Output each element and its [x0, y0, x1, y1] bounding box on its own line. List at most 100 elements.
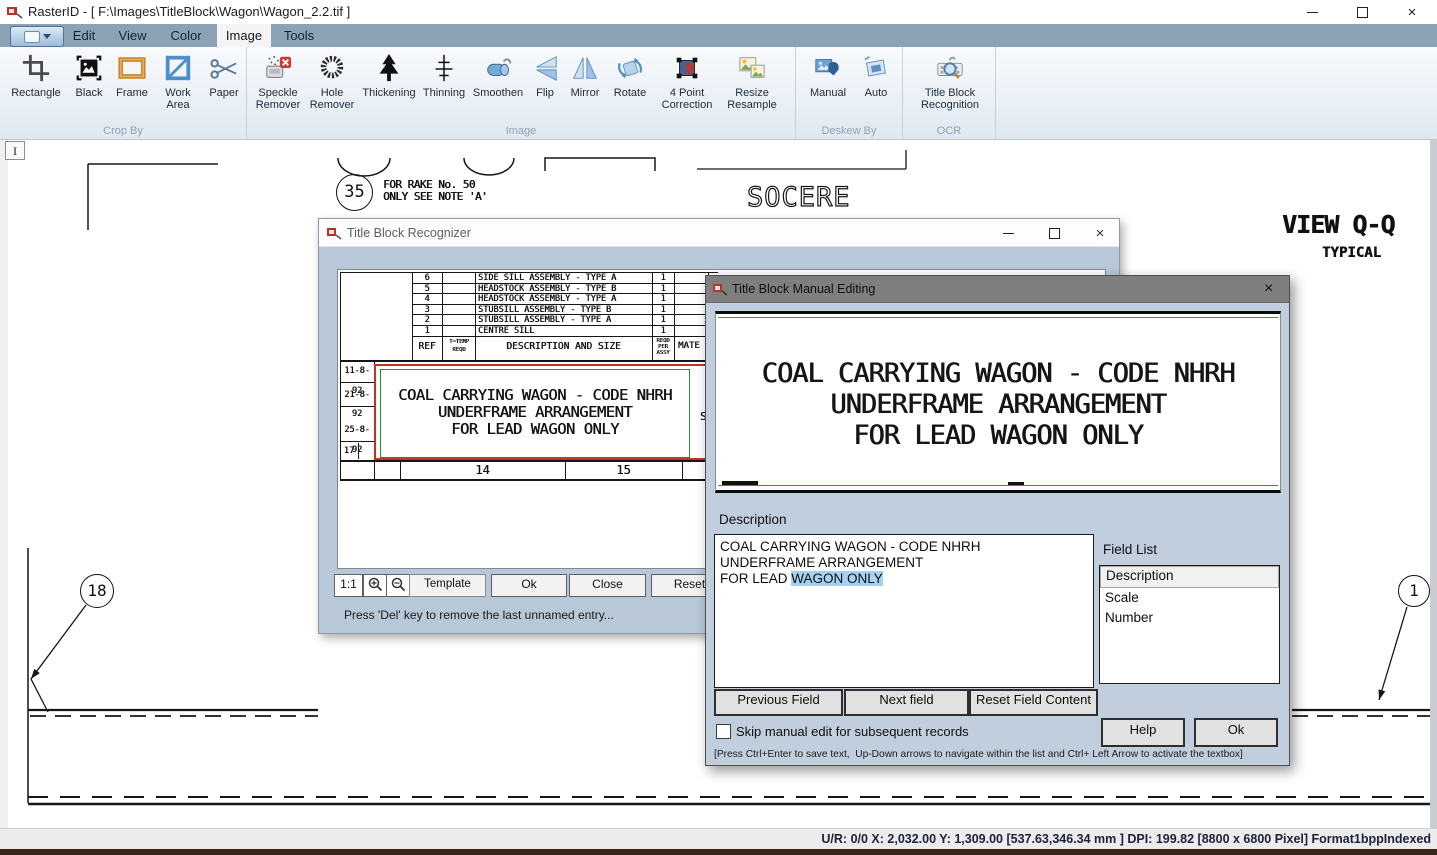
recognizer-close-button[interactable]: ×	[1083, 219, 1117, 247]
block-line: FOR LEAD WAGON ONLY	[381, 420, 689, 438]
thinning-button[interactable]: Thinning	[419, 51, 469, 111]
table-header-material: MATE	[678, 341, 700, 351]
description-label: Description	[719, 512, 787, 527]
hole-remover-button[interactable]: Hole Remover	[305, 51, 359, 111]
auto-deskew-button[interactable]: Auto	[856, 51, 896, 99]
recognizer-close-action-button[interactable]: Close	[569, 574, 646, 597]
recognizer-maximize-button[interactable]	[1037, 219, 1071, 247]
rotate-icon	[613, 51, 647, 85]
drawing-note-line2: ONLY SEE NOTE 'A'	[383, 191, 487, 203]
title-block-recognition-button[interactable]: Title Block Recognition	[908, 51, 992, 111]
detected-field-outline: COAL CARRYING WAGON - CODE NHRH UNDERFRA…	[380, 369, 690, 458]
status-bar: U/R: 0/0 X: 2,032.00 Y: 1,309.00 [537.63…	[0, 828, 1437, 849]
preview-line: FOR LEAD WAGON ONLY	[716, 420, 1280, 451]
table-header-temp-bottom: REQD	[443, 347, 475, 353]
drawing-text-fragment: SOCERE	[747, 182, 851, 213]
balloon-18: 18	[80, 574, 114, 608]
editor-close-button[interactable]: ×	[1264, 281, 1273, 296]
zoom-in-button[interactable]	[363, 574, 388, 597]
black-crop-button[interactable]: Black	[68, 51, 110, 111]
field-list-item-scale[interactable]: Scale	[1100, 588, 1279, 608]
file-menu-button[interactable]	[10, 26, 64, 47]
table-row-qty: 1	[652, 294, 674, 304]
flip-icon	[528, 51, 562, 85]
recognizer-minimize-button[interactable]	[991, 219, 1025, 247]
reset-field-content-button[interactable]: Reset Field Content	[969, 689, 1098, 716]
manual-deskew-icon	[811, 51, 845, 85]
window-titlebar: RasterID - [ F:\Images\TitleBlock\Wagon\…	[0, 0, 1437, 24]
recognizer-ok-button[interactable]: Ok	[491, 574, 567, 597]
speckle-remover-button[interactable]: Speckle Remover	[251, 51, 305, 111]
tab-color[interactable]: Color	[159, 24, 213, 47]
table-row-desc: CENTRE SILL	[478, 326, 534, 336]
canvas-scrollbar[interactable]	[1430, 140, 1437, 828]
recognizer-title: Title Block Recognizer	[347, 226, 471, 240]
editor-ok-button[interactable]: Ok	[1194, 718, 1278, 747]
paper-scissors-icon	[207, 51, 241, 85]
app-icon	[7, 5, 23, 19]
resize-resample-button[interactable]: Resize Resample	[721, 51, 783, 111]
table-row-desc: STUBSILL ASSEMBLY - TYPE B	[478, 305, 611, 315]
previous-field-button[interactable]: Previous Field	[714, 689, 843, 716]
auto-deskew-icon	[859, 51, 893, 85]
maximize-button[interactable]	[1337, 0, 1387, 24]
thickening-button[interactable]: Thickening	[359, 51, 419, 111]
canvas-left-margin	[0, 140, 8, 828]
work-area-crop-button[interactable]: Work Area	[154, 51, 202, 111]
flip-button[interactable]: Flip	[527, 51, 563, 111]
tool-i-button[interactable]: I	[5, 141, 25, 160]
crop-rectangle-icon	[19, 51, 53, 85]
frame-crop-icon	[115, 51, 149, 85]
minimize-button[interactable]	[1287, 0, 1337, 24]
margin-cell: 17	[340, 443, 359, 459]
group-label-deskew-by: Deskew By	[796, 125, 902, 137]
manual-deskew-button[interactable]: Manual	[800, 51, 856, 99]
actual-size-button[interactable]: 1:1	[334, 574, 363, 597]
description-textarea[interactable]: COAL CARRYING WAGON - CODE NHRH UNDERFRA…	[714, 534, 1094, 688]
recognizer-titlebar[interactable]: Title Block Recognizer ×	[319, 219, 1119, 247]
table-row-qty: 1	[652, 273, 674, 283]
table-row-ref: 5	[412, 284, 442, 294]
tab-edit[interactable]: Edit	[62, 24, 106, 47]
window-title: RasterID - [ F:\Images\TitleBlock\Wagon\…	[28, 4, 350, 19]
selected-text: WAGON ONLY	[791, 571, 883, 586]
recognizer-dialog-icon	[327, 227, 343, 240]
table-header-ref: REF	[412, 341, 442, 352]
tab-view[interactable]: View	[110, 24, 155, 47]
block-line: COAL CARRYING WAGON - CODE NHRH	[381, 386, 689, 404]
rotate-button[interactable]: Rotate	[607, 51, 653, 111]
next-field-button[interactable]: Next field	[844, 689, 969, 716]
field-list[interactable]: Description Scale Number	[1099, 565, 1280, 684]
rectangle-crop-button[interactable]: Rectangle	[4, 51, 68, 111]
tab-tools[interactable]: Tools	[274, 24, 324, 47]
template-button[interactable]: Template	[409, 574, 486, 597]
field-list-item-number[interactable]: Number	[1100, 608, 1279, 628]
zoom-in-icon	[368, 577, 383, 592]
smoothen-button[interactable]: Smoothen	[469, 51, 527, 111]
margin-cell: 11-8-92	[340, 361, 374, 383]
help-button[interactable]: Help	[1101, 718, 1185, 747]
table-row-ref: 1	[412, 326, 442, 336]
mirror-button[interactable]: Mirror	[563, 51, 607, 111]
table-row-ref: 6	[412, 273, 442, 283]
group-label-image: Image	[247, 125, 795, 137]
footer-cell: 14	[400, 463, 565, 477]
view-label: VIEW Q-Q	[1282, 210, 1394, 239]
table-row-desc: SIDE SILL ASSEMBLY - TYPE A	[478, 273, 616, 283]
frame-crop-button[interactable]: Frame	[110, 51, 154, 111]
zoom-out-button[interactable]	[386, 574, 411, 597]
table-row-ref: 3	[412, 305, 442, 315]
four-point-correction-button[interactable]: 4 Point Correction	[653, 51, 721, 111]
skip-manual-edit-checkbox[interactable]	[716, 724, 731, 739]
editor-titlebar[interactable]: Title Block Manual Editing ×	[706, 276, 1289, 303]
footer-cell: 15	[565, 463, 682, 477]
field-list-item-description[interactable]: Description	[1100, 566, 1279, 588]
table-row-qty: 1	[652, 315, 674, 325]
ribbon-group-image: Speckle Remover Hole Remover Thickening	[247, 47, 796, 139]
close-button[interactable]: ×	[1387, 0, 1437, 24]
paper-crop-button[interactable]: Paper	[202, 51, 246, 111]
tab-image[interactable]: Image	[217, 24, 271, 47]
editor-footer-hint: [Press Ctrl+Enter to save text, Up-Down …	[714, 749, 1243, 760]
hole-remover-icon	[315, 51, 349, 85]
ribbon-group-deskew-by: Manual Auto Deskew By	[796, 47, 903, 139]
